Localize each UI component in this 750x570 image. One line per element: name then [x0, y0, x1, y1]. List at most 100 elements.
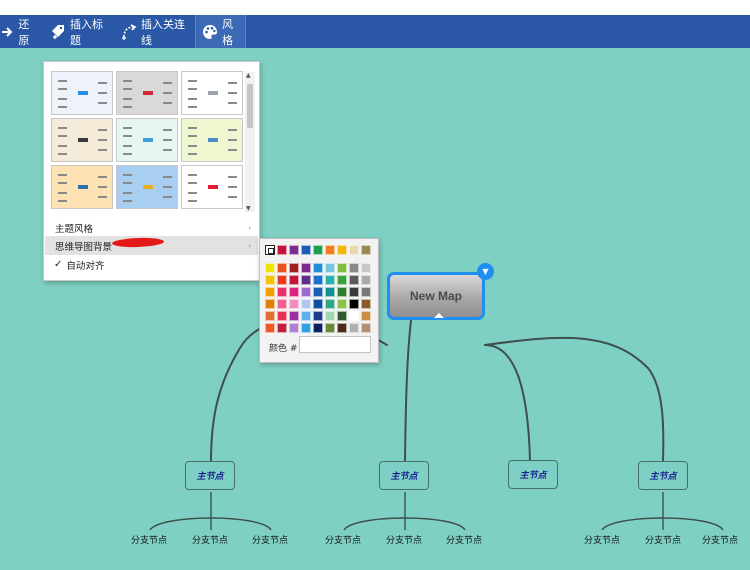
color-swatch[interactable]: [349, 263, 359, 273]
central-topic[interactable]: New Map: [387, 272, 485, 320]
subtopic-5[interactable]: 分支节点: [374, 533, 434, 546]
color-swatch[interactable]: [325, 263, 335, 273]
theme-thumbnail-9[interactable]: [181, 165, 243, 209]
color-swatch[interactable]: [361, 323, 371, 333]
color-swatch[interactable]: [265, 311, 275, 321]
theme-thumbnail-6[interactable]: [181, 118, 243, 162]
color-swatch[interactable]: [277, 287, 287, 297]
color-swatch[interactable]: [337, 245, 347, 255]
color-hex-input[interactable]: [299, 336, 371, 353]
color-swatch[interactable]: [325, 287, 335, 297]
color-swatch[interactable]: [349, 299, 359, 309]
color-swatch[interactable]: [289, 323, 299, 333]
main-topic-1[interactable]: 主节点: [185, 461, 235, 490]
subtopic-3[interactable]: 分支节点: [240, 533, 300, 546]
theme-scrollbar[interactable]: ▲ ▼: [245, 72, 255, 212]
color-swatch[interactable]: [265, 245, 275, 255]
color-swatch[interactable]: [301, 299, 311, 309]
color-swatch[interactable]: [265, 275, 275, 285]
color-swatch[interactable]: [289, 299, 299, 309]
color-swatch[interactable]: [313, 299, 323, 309]
color-swatch[interactable]: [289, 245, 299, 255]
color-swatch[interactable]: [361, 275, 371, 285]
color-swatch[interactable]: [325, 245, 335, 255]
collapse-toggle-icon[interactable]: ▼: [477, 263, 494, 280]
color-swatch[interactable]: [289, 275, 299, 285]
color-swatch[interactable]: [265, 299, 275, 309]
color-swatch[interactable]: [337, 275, 347, 285]
style-button[interactable]: 风格: [195, 15, 246, 48]
color-swatch[interactable]: [277, 299, 287, 309]
scroll-down-icon[interactable]: ▼: [246, 205, 251, 212]
color-swatch[interactable]: [361, 245, 371, 255]
color-swatch[interactable]: [349, 245, 359, 255]
color-swatch[interactable]: [361, 299, 371, 309]
subtopic-2[interactable]: 分支节点: [180, 533, 240, 546]
color-swatch[interactable]: [289, 311, 299, 321]
main-topic-2[interactable]: 主节点: [379, 461, 429, 490]
thumbnail-leaf: [188, 106, 197, 108]
scroll-up-icon[interactable]: ▲: [246, 72, 251, 79]
subtopic-7[interactable]: 分支节点: [572, 533, 632, 546]
color-swatch[interactable]: [277, 323, 287, 333]
color-swatch[interactable]: [301, 287, 311, 297]
color-swatch[interactable]: [361, 287, 371, 297]
color-swatch[interactable]: [301, 263, 311, 273]
color-swatch[interactable]: [313, 275, 323, 285]
color-swatch[interactable]: [349, 311, 359, 321]
theme-thumbnail-5[interactable]: [116, 118, 178, 162]
main-topic-4[interactable]: 主节点: [638, 461, 688, 490]
scrollbar-thumb[interactable]: [247, 84, 253, 128]
color-swatch[interactable]: [337, 323, 347, 333]
color-swatch[interactable]: [361, 263, 371, 273]
subtopic-6[interactable]: 分支节点: [434, 533, 494, 546]
subtopic-9[interactable]: 分支节点: [690, 533, 750, 546]
color-swatch[interactable]: [289, 263, 299, 273]
color-swatch[interactable]: [265, 323, 275, 333]
theme-thumbnail-1[interactable]: [51, 71, 113, 115]
color-swatch[interactable]: [313, 245, 323, 255]
color-swatch[interactable]: [325, 275, 335, 285]
color-swatch[interactable]: [337, 287, 347, 297]
color-swatch[interactable]: [349, 275, 359, 285]
color-swatch[interactable]: [349, 323, 359, 333]
color-swatch[interactable]: [337, 299, 347, 309]
color-swatch[interactable]: [313, 311, 323, 321]
color-swatch[interactable]: [289, 287, 299, 297]
color-swatch[interactable]: [349, 287, 359, 297]
theme-thumbnail-4[interactable]: [51, 118, 113, 162]
color-swatch[interactable]: [313, 263, 323, 273]
color-swatch[interactable]: [301, 311, 311, 321]
color-swatch[interactable]: [337, 311, 347, 321]
color-swatch[interactable]: [301, 323, 311, 333]
color-swatch[interactable]: [265, 263, 275, 273]
color-swatch[interactable]: [277, 263, 287, 273]
color-swatch[interactable]: [277, 275, 287, 285]
theme-thumbnail-8[interactable]: [116, 165, 178, 209]
menu-item-theme-style[interactable]: 主题风格 ›: [45, 218, 258, 237]
color-swatch[interactable]: [301, 245, 311, 255]
color-swatch[interactable]: [337, 263, 347, 273]
color-swatch[interactable]: [313, 287, 323, 297]
theme-thumbnail-3[interactable]: [181, 71, 243, 115]
color-swatch[interactable]: [313, 323, 323, 333]
color-swatch[interactable]: [361, 311, 371, 321]
theme-thumbnail-2[interactable]: [116, 71, 178, 115]
color-swatch[interactable]: [325, 299, 335, 309]
color-swatch[interactable]: [325, 323, 335, 333]
undo-button[interactable]: 还原: [0, 15, 38, 48]
subtopic-4[interactable]: 分支节点: [313, 533, 373, 546]
menu-item-auto-align[interactable]: ✓ 自动对齐: [45, 255, 258, 274]
color-swatch[interactable]: [301, 275, 311, 285]
main-topic-3[interactable]: 主节点: [508, 460, 558, 489]
subtopic-1[interactable]: 分支节点: [119, 533, 179, 546]
thumbnail-leaf: [188, 153, 197, 155]
subtopic-8[interactable]: 分支节点: [633, 533, 693, 546]
color-swatch[interactable]: [325, 311, 335, 321]
theme-thumbnail-7[interactable]: [51, 165, 113, 209]
color-swatch[interactable]: [277, 311, 287, 321]
color-swatch[interactable]: [265, 287, 275, 297]
insert-relation-button[interactable]: 插入关连线: [121, 15, 191, 48]
color-swatch[interactable]: [277, 245, 287, 255]
insert-topic-button[interactable]: 插入标题: [50, 15, 112, 48]
